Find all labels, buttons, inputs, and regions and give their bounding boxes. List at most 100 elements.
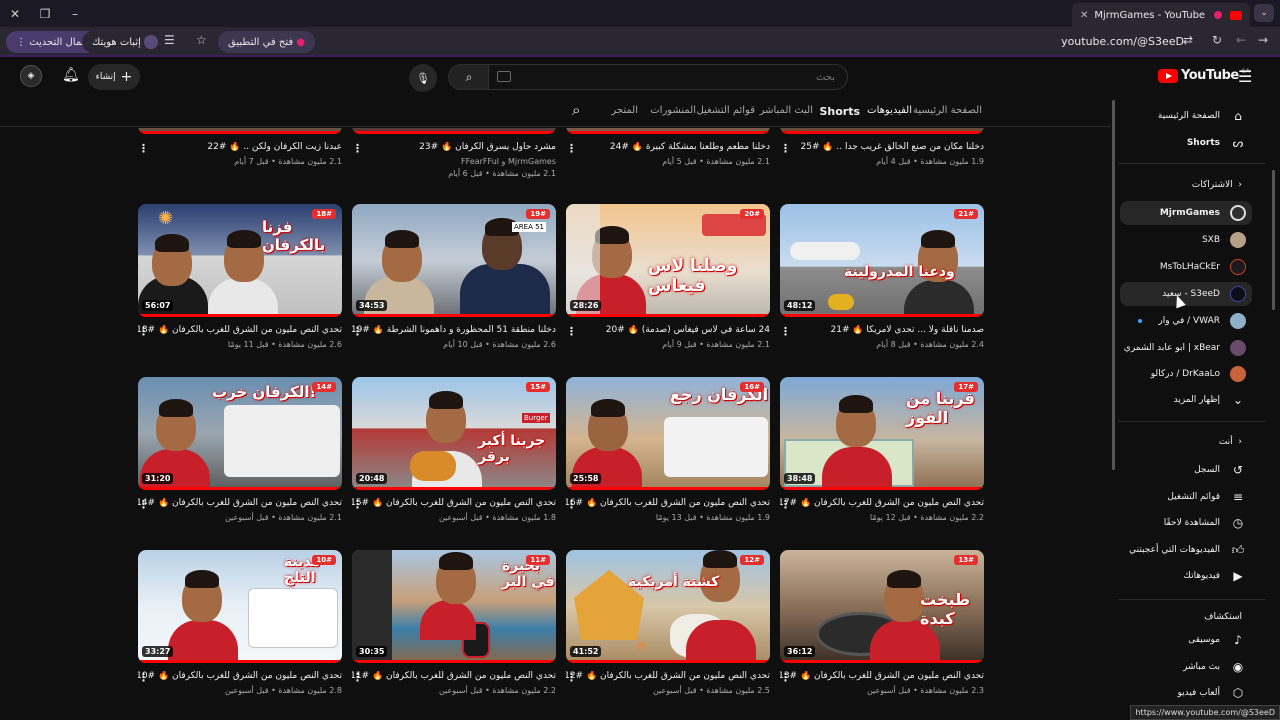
sidebar-item-live[interactable]: بث مباشر ◉ [1120, 655, 1252, 679]
video-card[interactable]: مشرد حاول يسرق الكرفان 🔥 #23 MjrmGames و… [352, 128, 556, 178]
close-tab-icon[interactable]: ✕ [1080, 10, 1088, 21]
create-button[interactable]: إنشاء + [88, 64, 140, 90]
notifications-bell-icon[interactable]: 🔔︎ [62, 67, 80, 83]
video-card[interactable]: مدينة الثلج 10# 33:27 تحدي النص مليون من… [138, 550, 342, 695]
video-thumbnail[interactable]: طبخت كبدة 13# 36:12 [780, 550, 984, 663]
account-avatar[interactable]: ◈ [20, 65, 42, 87]
video-title[interactable]: تحدي النص مليون من الشرق للغرب بالكرفان … [566, 498, 770, 508]
forward-icon[interactable]: ← [1236, 33, 1246, 47]
more-actions-icon[interactable]: ⋮ [352, 325, 363, 338]
more-actions-icon[interactable]: ⋮ [138, 142, 149, 155]
more-actions-icon[interactable]: ⋮ [780, 671, 791, 684]
subscriptions-header[interactable]: الاشتراكات › [1192, 180, 1242, 190]
video-thumbnail[interactable]: وصلنا لاس فيغاس 20# 28:26 [566, 204, 770, 317]
you-header[interactable]: أنت › [1219, 437, 1242, 447]
more-actions-icon[interactable]: ⋮ [780, 325, 791, 338]
video-card[interactable]: الكرفان خرب! 14# 31:20 تحدي النص مليون م… [138, 377, 342, 522]
video-thumbnail[interactable]: الكرفان رجع 16# 25:58 [566, 377, 770, 490]
more-actions-icon[interactable]: ⋮ [138, 325, 149, 338]
tab-home[interactable]: الصفحة الرئيسية [913, 105, 982, 116]
video-card[interactable]: عبدنا زيت الكرفان ولكن .. 🔥 #22 2.1 مليو… [138, 128, 342, 166]
video-title[interactable]: دخلنا منطقة 51 المحظورة و داهمونا الشرطة… [352, 325, 556, 335]
tab-live[interactable]: البث المباشر [760, 105, 813, 116]
video-title[interactable]: صدمنا ناقلة ولا ... تحدي لامريكا 🔥 #21 [780, 325, 984, 335]
sidebar-item-gaming[interactable]: ألعاب فيديو ⬡ [1120, 681, 1252, 705]
minimize-window-icon[interactable]: – [60, 0, 90, 27]
sidebar-item-liked-videos[interactable]: الفيديوهات التي أعجبتني 👍︎ [1120, 538, 1252, 562]
sidebar-item-sub-s3eed[interactable]: سعيد - S3eeD [1120, 282, 1252, 306]
more-actions-icon[interactable]: ⋮ [566, 142, 577, 155]
url-field[interactable]: youtube.com/@S3eeD [1061, 35, 1184, 48]
bookmark-star-icon[interactable]: ☆ [196, 33, 207, 47]
video-card[interactable]: ✺ فزنا بالكرفان 18# 56:07 تحدي النص مليو… [138, 204, 342, 349]
video-card[interactable]: AREA 51 19# 34:53 دخلنا منطقة 51 المحظور… [352, 204, 556, 349]
video-card[interactable]: بحيرة في البر 11# 30:35 تحدي النص مليون … [352, 550, 556, 695]
sidebar-item-sub-mstolhacker[interactable]: MsToLHaCkEr [1120, 255, 1252, 279]
sidebar-item-sub-sxb[interactable]: SXB [1120, 228, 1252, 252]
video-title[interactable]: عبدنا زيت الكرفان ولكن .. 🔥 #22 [138, 142, 342, 152]
more-actions-icon[interactable]: ⋮ [138, 498, 149, 511]
sidebar-item-home[interactable]: الصفحة الرئيسية ⌂ [1120, 104, 1252, 128]
video-card[interactable]: ودعنا المدرولينة 21# 48:12 صدمنا ناقلة و… [780, 204, 984, 349]
video-title[interactable]: دخلنا مطعم وطلعنا بمشكلة كبيرة 🔥 #24 [566, 142, 770, 152]
sidebar-item-watch-later[interactable]: المشاهدة لاحقًا ◷ [1120, 511, 1252, 535]
hamburger-menu-icon[interactable]: ☰ [1238, 67, 1252, 86]
video-thumbnail[interactable]: الكرفان خرب! 14# 31:20 [138, 377, 342, 490]
sidebar-item-your-videos[interactable]: فيديوهاتك ▶ [1120, 564, 1252, 588]
voice-search-mic-icon[interactable]: 🎙︎ [409, 64, 437, 92]
keyboard-icon[interactable] [497, 71, 511, 82]
close-window-icon[interactable]: ✕ [0, 0, 30, 27]
sidebar-item-music[interactable]: موسيقى ♪ [1120, 628, 1252, 652]
sidebar-item-sub-drkaalo[interactable]: دركالو / DrKaaLo [1120, 362, 1252, 386]
tab-videos[interactable]: الفيديوهات [867, 105, 912, 116]
reading-list-icon[interactable]: ☰ [164, 33, 175, 47]
video-title[interactable]: تحدي النص مليون من الشرق للغرب بالكرفان … [566, 671, 770, 681]
video-title[interactable]: تحدي النص مليون من الشرق للغرب بالكرفان … [780, 498, 984, 508]
video-title[interactable]: تحدي النص مليون من الشرق للغرب بالكرفان … [352, 498, 556, 508]
video-thumbnail[interactable]: مدينة الثلج 10# 33:27 [138, 550, 342, 663]
video-thumbnail[interactable]: AREA 51 19# 34:53 [352, 204, 556, 317]
tab-shorts[interactable]: Shorts [819, 105, 860, 118]
video-channel[interactable]: MjrmGames و FFearFFul [352, 157, 556, 166]
video-card[interactable]: الكرفان رجع 16# 25:58 تحدي النص مليون من… [566, 377, 770, 522]
video-thumbnail[interactable] [138, 128, 342, 134]
more-actions-icon[interactable]: ⋮ [780, 498, 791, 511]
sidebar-item-sub-mjrmgames[interactable]: MjrmGames [1120, 201, 1252, 225]
open-in-app-button[interactable]: فتح في التطبيق ● [218, 31, 316, 53]
tab-list-chevron-icon[interactable]: ⌄ [1254, 4, 1274, 22]
video-thumbnail[interactable]: ✺ فزنا بالكرفان 18# 56:07 [138, 204, 342, 317]
video-card[interactable]: دخلنا مطعم وطلعنا بمشكلة كبيرة 🔥 #24 2.1… [566, 128, 770, 166]
video-card[interactable]: وصلنا لاس فيغاس 20# 28:26 24 ساعة في لاس… [566, 204, 770, 349]
video-card[interactable]: دخلنا مكان من صنع الخالق غريب جدا .. 🔥 #… [780, 128, 984, 166]
sidebar-item-shorts[interactable]: Shorts ᔕ [1120, 131, 1252, 155]
tab-playlists[interactable]: قوائم التشغيل [696, 105, 755, 116]
video-title[interactable]: تحدي النص مليون من الشرق للغرب بالكرفان … [780, 671, 984, 681]
tab-store[interactable]: المتجر [611, 105, 638, 116]
browser-tab-youtube[interactable]: ✕ MjrmGames - YouTube [1072, 3, 1250, 27]
more-actions-icon[interactable]: ⋮ [138, 671, 149, 684]
video-thumbnail[interactable]: ودعنا المدرولينة 21# 48:12 [780, 204, 984, 317]
more-actions-icon[interactable]: ⋮ [352, 498, 363, 511]
more-actions-icon[interactable]: ⋮ [566, 325, 577, 338]
more-actions-icon[interactable]: ⋮ [566, 498, 577, 511]
search-input[interactable]: بحث [488, 64, 848, 90]
back-icon[interactable]: → [1258, 33, 1268, 47]
verify-identity-button[interactable]: إثبات هويتك [82, 31, 169, 53]
channel-search-icon[interactable]: ⌕ [572, 101, 580, 119]
reload-icon[interactable]: ↻ [1212, 33, 1222, 47]
video-thumbnail[interactable] [566, 128, 770, 134]
more-actions-icon[interactable]: ⋮ [566, 671, 577, 684]
sidebar-item-sub-xbear[interactable]: ابو عابد الشمري | xBear [1120, 336, 1252, 360]
video-card[interactable]: Burger جربنا أكبر برقر 15# 20:48 تحدي ال… [352, 377, 556, 522]
video-thumbnail[interactable] [352, 128, 556, 134]
video-thumbnail[interactable]: 🔥︎ كشتة أمريكية 12# 41:52 [566, 550, 770, 663]
video-title[interactable]: تحدي النص مليون من الشرق للغرب بالكرفان … [138, 325, 342, 335]
search-button[interactable]: ⌕ [448, 64, 490, 90]
video-thumbnail[interactable]: بحيرة في البر 11# 30:35 [352, 550, 556, 663]
restore-window-icon[interactable]: ❐ [30, 0, 60, 27]
video-title[interactable]: تحدي النص مليون من الشرق للغرب بالكرفان … [138, 498, 342, 508]
sidebar-item-show-more[interactable]: إظهار المزيد ⌄ [1120, 388, 1252, 412]
more-actions-icon[interactable]: ⋮ [352, 671, 363, 684]
video-title[interactable]: تحدي النص مليون من الشرق للغرب بالكرفان … [138, 671, 342, 681]
video-title[interactable]: 24 ساعة في لاس فيغاس (صدمة) 🔥 #20 [566, 325, 770, 335]
